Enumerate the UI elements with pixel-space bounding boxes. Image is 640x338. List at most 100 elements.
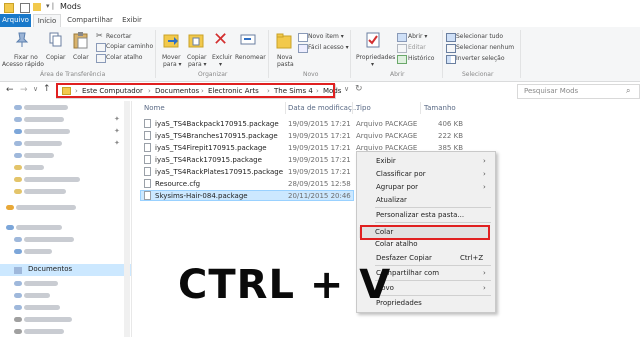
- menu-item-atualizar[interactable]: Atualizar: [376, 196, 407, 204]
- delete-label-2: ▾: [219, 61, 223, 68]
- column-header-date[interactable]: Data de modificaç...: [288, 104, 358, 112]
- nav-item[interactable]: [14, 175, 81, 186]
- column-divider: [352, 102, 353, 114]
- file-name: Skysims-Hair-084.package: [155, 192, 248, 200]
- nav-item[interactable]: [6, 223, 63, 234]
- easy-access-icon: [298, 44, 308, 53]
- nav-item[interactable]: [6, 203, 77, 214]
- separator: [442, 30, 443, 78]
- menu-item-desfazer-copiar[interactable]: Desfazer Copiar: [376, 254, 432, 262]
- pin-icon: ✦: [114, 115, 120, 123]
- paste-icon: [73, 32, 88, 49]
- search-input[interactable]: Pesquisar Mods: [524, 87, 578, 95]
- copy-label: Copiar: [46, 54, 66, 61]
- refresh-icon[interactable]: ↻: [355, 84, 363, 94]
- search-box[interactable]: Pesquisar Mods ⌕: [517, 84, 640, 99]
- file-icon: [144, 191, 151, 200]
- file-icon: [144, 119, 151, 128]
- tab-exibir[interactable]: Exibir: [118, 14, 146, 27]
- column-header-type[interactable]: Tipo: [356, 104, 371, 112]
- tab-arquivo[interactable]: Arquivo: [0, 14, 31, 27]
- submenu-arrow-icon: ›: [483, 183, 486, 191]
- column-divider: [420, 102, 421, 114]
- nav-item[interactable]: [14, 315, 73, 326]
- nav-item[interactable]: [14, 279, 59, 290]
- quick-access-dropdown-icon[interactable]: ▾ |: [46, 2, 54, 10]
- select-group-label: Selecionar: [462, 71, 494, 78]
- desktop-icon: [14, 116, 22, 122]
- nav-scrollbar[interactable]: [124, 101, 130, 337]
- file-date: 20/11/2015 20:46: [288, 192, 351, 200]
- nav-item[interactable]: [14, 247, 53, 258]
- pin-label: Fixar no: [14, 54, 38, 61]
- navigation-pane: Documentos ✦ ✦ ✦: [0, 101, 132, 337]
- select-all-icon: [446, 33, 456, 42]
- new-folder-quick-icon[interactable]: [33, 3, 41, 11]
- ctrl-v-overlay-text: CTRL + V: [178, 262, 392, 308]
- address-dropdown-icon[interactable]: ∨: [344, 85, 349, 93]
- select-none-label: Selecionar nenhum: [456, 44, 515, 51]
- address-highlight-box: [56, 83, 335, 98]
- paste-shortcut-icon: [96, 54, 106, 63]
- file-date: 19/09/2015 17:21: [288, 144, 351, 152]
- submenu-arrow-icon: ›: [483, 269, 486, 277]
- folder-icon: [4, 3, 14, 13]
- nav-item[interactable]: [14, 163, 45, 174]
- recent-locations-icon[interactable]: ∨: [33, 85, 38, 93]
- nav-item[interactable]: [14, 127, 71, 138]
- copy-to-icon: [188, 34, 204, 48]
- nav-item[interactable]: [14, 327, 65, 338]
- back-arrow-icon[interactable]: ←: [6, 85, 14, 95]
- nav-item[interactable]: [14, 151, 55, 162]
- tab-inicio[interactable]: Início: [33, 14, 61, 28]
- rename-label: Renomear: [235, 54, 266, 61]
- menu-item-colar-atalho[interactable]: Colar atalho: [375, 240, 418, 248]
- nav-item[interactable]: [14, 139, 63, 150]
- file-name: iyaS_TS4Backpack170915.package: [155, 120, 279, 128]
- star-icon: [14, 104, 22, 110]
- file-type: Arquivo PACKAGE: [356, 132, 418, 140]
- folder-icon: [14, 164, 22, 170]
- nav-item-label: Documentos: [28, 265, 73, 273]
- new-folder-label-2: pasta: [277, 61, 294, 68]
- properties-quick-icon[interactable]: [20, 3, 30, 13]
- drive-icon: [14, 316, 22, 322]
- nav-item[interactable]: [14, 115, 65, 126]
- file-icon: [144, 167, 151, 176]
- file-date: 19/09/2015 17:21: [288, 132, 351, 140]
- edit-icon: [397, 44, 407, 53]
- invert-selection-icon: [446, 55, 456, 64]
- delete-label: Excluir: [212, 54, 233, 61]
- up-arrow-icon[interactable]: ↑: [43, 84, 51, 94]
- submenu-arrow-icon: ›: [483, 157, 486, 165]
- file-date: 19/09/2015 17:21: [288, 156, 351, 164]
- paste-shortcut-label: Colar atalho: [106, 54, 143, 61]
- nav-item[interactable]: [14, 291, 51, 302]
- menu-item-classificar-por[interactable]: Classificar por: [376, 170, 426, 178]
- nav-item[interactable]: [14, 235, 75, 246]
- computer-icon: [6, 224, 14, 230]
- tab-compartilhar[interactable]: Compartilhar: [64, 14, 116, 27]
- new-folder-label: Nova: [277, 54, 293, 61]
- menu-item-agrupar-por[interactable]: Agrupar por: [376, 183, 418, 191]
- menu-item-exibir[interactable]: Exibir: [376, 157, 396, 165]
- column-header-name[interactable]: Nome: [144, 104, 165, 112]
- menu-item-personalizar[interactable]: Personalizar esta pasta...: [376, 211, 464, 219]
- open-label: Abrir ▾: [408, 33, 428, 40]
- pin-label-2: Acesso rápido: [2, 61, 44, 68]
- download-icon: [14, 128, 22, 134]
- file-icon: [144, 131, 151, 140]
- drive-icon: [14, 328, 22, 334]
- pin-icon: ✦: [114, 127, 120, 135]
- nav-item[interactable]: [14, 187, 67, 198]
- file-date: 19/09/2015 17:21: [288, 168, 351, 176]
- file-name: iyaS_TS4Rack170915.package: [155, 156, 262, 164]
- nav-item[interactable]: [14, 303, 61, 314]
- menu-separator: [375, 295, 491, 296]
- nav-item[interactable]: [14, 103, 69, 114]
- file-date: 19/09/2015 17:21: [288, 120, 351, 128]
- column-header-size[interactable]: Tamanho: [424, 104, 456, 112]
- forward-arrow-icon[interactable]: →: [20, 85, 28, 95]
- separator: [155, 30, 156, 78]
- search-icon[interactable]: ⌕: [626, 86, 630, 96]
